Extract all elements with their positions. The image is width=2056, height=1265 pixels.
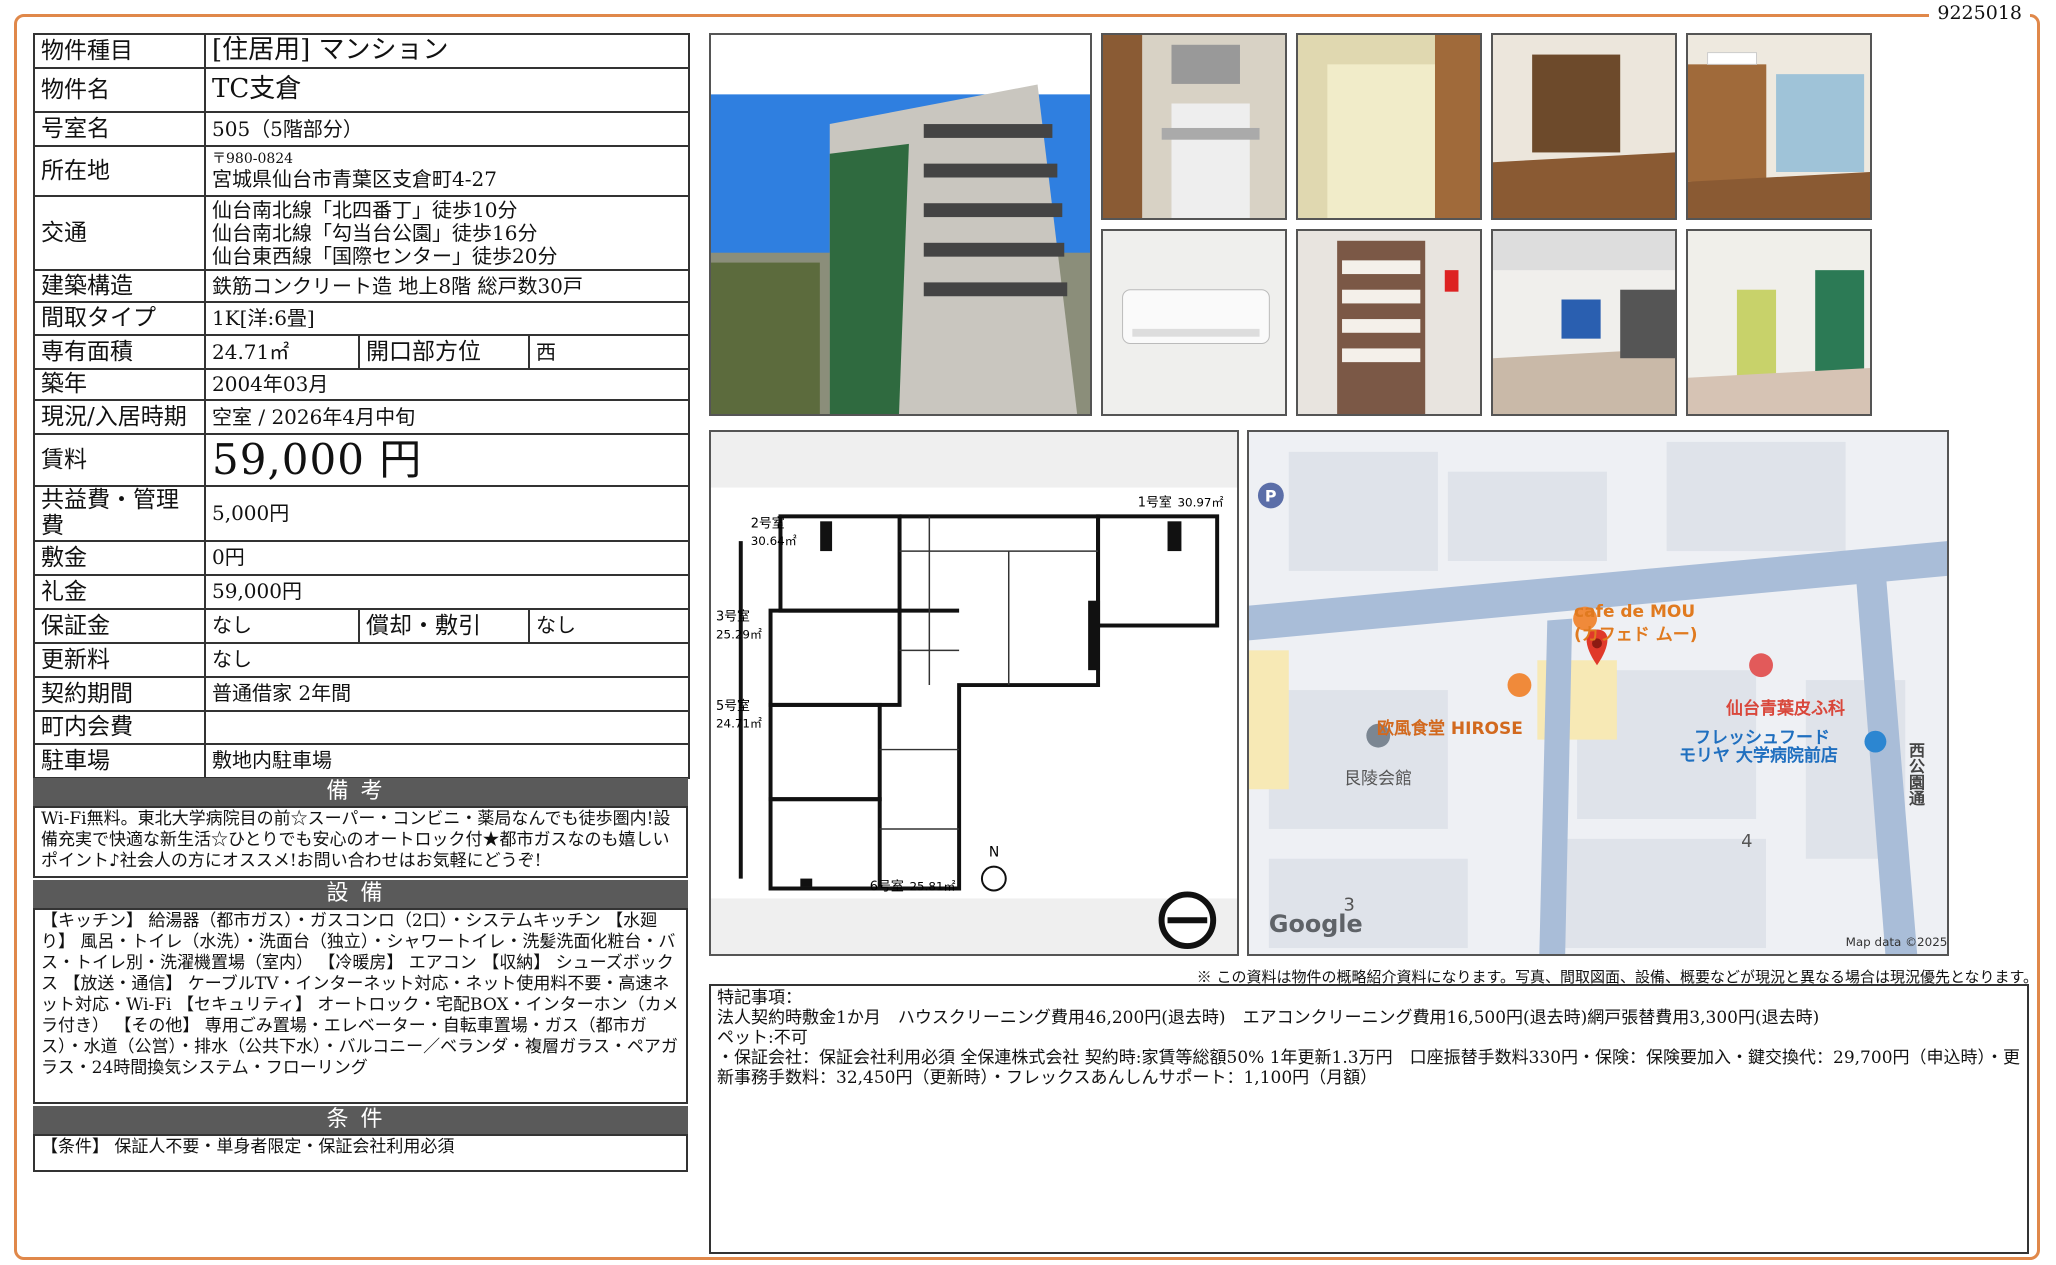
special-notes-line: 法人契約時敷金1か月 ハウスクリーニング費用46,200円(退去時) エアコンク…	[717, 1008, 1820, 1028]
entrance-hall-photo	[1491, 229, 1677, 416]
conditions-header: 条件	[33, 1106, 688, 1134]
room-value: 505（5階部分）	[203, 111, 691, 147]
special-notes-line: ・保証会社：保証会社利用必須 全保連株式会社 契約時:家賃等総額50% 1年更新…	[717, 1048, 2021, 1088]
shop-icon	[1864, 730, 1887, 753]
access-line: 仙台南北線「勾当台公園」徒歩16分	[212, 220, 538, 245]
area-label: 専有面積	[33, 334, 206, 370]
restaurant-icon	[1507, 673, 1532, 697]
built-value: 2004年03月	[203, 368, 691, 401]
special-notes-line: ペット:不可	[717, 1028, 808, 1048]
unit-label: 6号室	[870, 878, 904, 894]
key-money-value: 59,000円	[203, 573, 691, 610]
location-map: P Google Map data ©2025 3 4 cafe de MOU …	[1247, 430, 1949, 956]
layout-value: 1K[洋:6畳]	[203, 301, 691, 336]
type-label: 物件種目	[33, 33, 206, 69]
map-street-label: 西公園通	[1906, 742, 1925, 806]
clinic-icon	[1749, 653, 1773, 678]
building-exterior-photo	[709, 33, 1092, 416]
air-conditioner-photo	[1101, 229, 1287, 416]
building-lobby-photo	[1686, 229, 1872, 416]
special-notes: 特記事項： 法人契約時敷金1か月 ハウスクリーニング費用46,200円(退去時)…	[709, 984, 2029, 1254]
map-shop-label-2: モリヤ 大学病院前店	[1679, 746, 1838, 766]
guarantee-label: 保証金	[33, 607, 206, 644]
deposit-value: 0円	[203, 539, 691, 576]
north-label: N	[989, 845, 999, 861]
map-cafe-label-kana: (カフェド ムー)	[1574, 625, 1698, 645]
renewal-value: なし	[203, 641, 691, 678]
map-hall-label: 艮陵会館	[1344, 769, 1412, 789]
kitchen-photo	[1101, 33, 1287, 220]
structure-label: 建築構造	[33, 269, 206, 303]
amortization-label: 償却・敷引	[358, 607, 530, 644]
status-value: 空室 / 2026年4月中旬	[203, 399, 691, 435]
fee-label: 共益費・管理費	[33, 485, 206, 542]
type-value: [住居用] マンション	[203, 33, 691, 69]
unit-area: 25.29㎡	[716, 627, 762, 641]
unit-area: 30.97㎡	[1177, 495, 1223, 509]
unit-area: 24.71㎡	[716, 717, 762, 731]
bathroom-photo	[1296, 33, 1482, 220]
room-label: 号室名	[33, 111, 206, 147]
rent-label: 賃料	[33, 433, 206, 487]
rent-value: 59,000 円	[203, 433, 691, 487]
access-line: 仙台南北線「北四番丁」徒歩10分	[212, 197, 518, 222]
structure-value: 鉄筋コンクリート造 地上8階 総戸数30戸	[203, 269, 691, 303]
room-closet-photo	[1491, 33, 1677, 220]
built-label: 築年	[33, 368, 206, 401]
parking-label: P	[1265, 486, 1277, 505]
block-number: 4	[1741, 831, 1752, 852]
equipment-text: 【キッチン】 給湯器（都市ガス）・ガスコンロ（2口）・システムキッチン 【水廻り…	[33, 908, 688, 1104]
access-line: 仙台東西線「国際センター」徒歩20分	[212, 243, 558, 268]
layout-label: 間取タイプ	[33, 301, 206, 336]
address-label: 所在地	[33, 145, 206, 197]
name-value: TC支倉	[203, 67, 691, 113]
contract-value: 普通借家 2年間	[203, 675, 691, 712]
remarks-text: Wi-Fi無料。東北大学病院目の前☆スーパー・コンビニ・薬局なんでも徒歩圏内!設…	[33, 806, 688, 878]
town-fee-value	[203, 709, 691, 745]
property-info-table: 物件種目 [住居用] マンション 物件名 TC支倉 号室名 505（5階部分） 所在地…	[33, 33, 691, 779]
key-money-label: 礼金	[33, 573, 206, 610]
unit-label: 1号室	[1138, 494, 1172, 510]
area-value: 24.71㎡	[204, 334, 360, 370]
map-cafe-label: cafe de MOU	[1574, 602, 1696, 622]
floor-plan: 2号室 30.64㎡ 1号室 30.97㎡ 3号室 25.29㎡ 5号室 24.…	[709, 430, 1239, 956]
conditions-text: 【条件】 保証人不要・単身者限定・保証会社利用必須	[33, 1134, 688, 1172]
document-id: 9225018	[1929, 2, 2030, 24]
unit-label: 5号室	[716, 698, 750, 714]
amortization-value: なし	[527, 607, 691, 644]
equipment-header: 設備	[33, 880, 688, 908]
zip-code: 〒980-0824	[212, 151, 294, 168]
contract-label: 契約期間	[33, 675, 206, 712]
opening-value: 西	[527, 334, 691, 370]
unit-area: 25.81㎡	[909, 879, 955, 893]
special-notes-title: 特記事項：	[717, 988, 802, 1008]
name-label: 物件名	[33, 67, 206, 113]
block-number: 3	[1343, 894, 1354, 915]
room-window-photo	[1686, 33, 1872, 220]
guarantee-value: なし	[204, 607, 360, 644]
town-fee-label: 町内会費	[33, 709, 206, 745]
access-label: 交通	[33, 195, 206, 271]
map-clinic-label: 仙台青葉皮ふ科	[1726, 699, 1845, 719]
parking-value: 敷地内駐車場	[203, 742, 691, 779]
deposit-label: 敷金	[33, 539, 206, 576]
remarks-header: 備考	[33, 778, 688, 806]
map-restaurant-label: 欧風食堂 HIROSE	[1377, 719, 1523, 739]
status-label: 現況/入居時期	[33, 399, 206, 435]
opening-label: 開口部方位	[358, 334, 530, 370]
unit-label: 2号室	[751, 515, 785, 531]
fee-value: 5,000円	[203, 485, 691, 542]
map-attribution: Map data ©2025	[1846, 935, 1947, 949]
address-value: 宮城県仙台市青葉区支倉町4-27	[212, 166, 497, 191]
renewal-label: 更新料	[33, 641, 206, 678]
delivery-box-photo	[1296, 229, 1482, 416]
unit-label: 3号室	[716, 609, 750, 625]
unit-area: 30.64㎡	[751, 534, 797, 548]
parking-label: 駐車場	[33, 742, 206, 779]
